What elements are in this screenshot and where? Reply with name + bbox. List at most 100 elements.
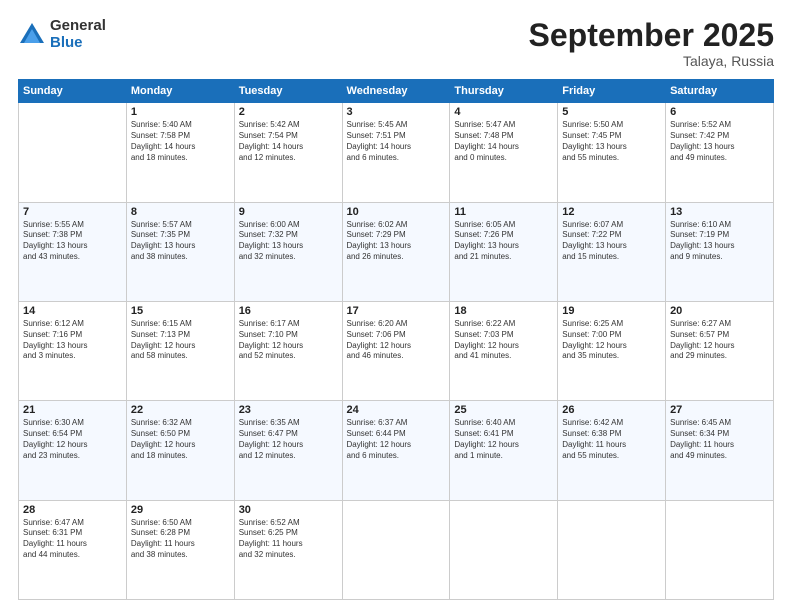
cell-content: Sunrise: 6:07 AM Sunset: 7:22 PM Dayligh… — [562, 220, 661, 263]
cell-content: Sunrise: 5:50 AM Sunset: 7:45 PM Dayligh… — [562, 120, 661, 163]
calendar-cell — [19, 103, 127, 202]
calendar-cell — [450, 500, 558, 599]
cell-content: Sunrise: 6:35 AM Sunset: 6:47 PM Dayligh… — [239, 418, 338, 461]
calendar-cell: 22 Sunrise: 6:32 AM Sunset: 6:50 PM Dayli… — [126, 401, 234, 500]
calendar-cell: 2 Sunrise: 5:42 AM Sunset: 7:54 PM Daylig… — [234, 103, 342, 202]
day-number: 4 — [454, 106, 553, 118]
cell-content: Sunrise: 6:17 AM Sunset: 7:10 PM Dayligh… — [239, 319, 338, 362]
calendar-cell: 12 Sunrise: 6:07 AM Sunset: 7:22 PM Dayli… — [558, 202, 666, 301]
day-number: 8 — [131, 206, 230, 218]
day-number: 26 — [562, 404, 661, 416]
calendar-cell: 16 Sunrise: 6:17 AM Sunset: 7:10 PM Dayli… — [234, 301, 342, 400]
title-block: September 2025 Talaya, Russia — [529, 18, 774, 69]
day-number: 30 — [239, 504, 338, 516]
calendar-cell: 4 Sunrise: 5:47 AM Sunset: 7:48 PM Daylig… — [450, 103, 558, 202]
day-number: 13 — [670, 206, 769, 218]
cell-content: Sunrise: 6:32 AM Sunset: 6:50 PM Dayligh… — [131, 418, 230, 461]
cell-content: Sunrise: 6:40 AM Sunset: 6:41 PM Dayligh… — [454, 418, 553, 461]
cell-content: Sunrise: 6:27 AM Sunset: 6:57 PM Dayligh… — [670, 319, 769, 362]
day-number: 23 — [239, 404, 338, 416]
day-number: 17 — [347, 305, 446, 317]
calendar-cell: 15Sunrise: 6:15 AM Sunset: 7:13 PM Dayli… — [126, 301, 234, 400]
cell-content: Sunrise: 5:47 AM Sunset: 7:48 PM Dayligh… — [454, 120, 553, 163]
cell-content: Sunrise: 5:55 AM Sunset: 7:38 PM Dayligh… — [23, 220, 122, 263]
calendar-day-header: Friday — [558, 80, 666, 103]
logo-text: General Blue — [50, 18, 106, 51]
day-number: 11 — [454, 206, 553, 218]
calendar-cell: 8 Sunrise: 5:57 AM Sunset: 7:35 PM Daylig… — [126, 202, 234, 301]
day-number: 9 — [239, 206, 338, 218]
cell-content: Sunrise: 6:42 AM Sunset: 6:38 PM Dayligh… — [562, 418, 661, 461]
cell-content: Sunrise: 5:57 AM Sunset: 7:35 PM Dayligh… — [131, 220, 230, 263]
cell-content: Sunrise: 6:50 AM Sunset: 6:28 PM Dayligh… — [131, 518, 230, 561]
day-number: 12 — [562, 206, 661, 218]
cell-content: Sunrise: 6:37 AM Sunset: 6:44 PM Dayligh… — [347, 418, 446, 461]
calendar-cell: 3Sunrise: 5:45 AM Sunset: 7:51 PM Daylig… — [342, 103, 450, 202]
calendar-day-header: Thursday — [450, 80, 558, 103]
calendar-week-row: 28 Sunrise: 6:47 AM Sunset: 6:31 PM Dayli… — [19, 500, 774, 599]
cell-content: Sunrise: 6:15 AM Sunset: 7:13 PM Dayligh… — [131, 319, 230, 362]
calendar-cell: 9 Sunrise: 6:00 AM Sunset: 7:32 PM Daylig… — [234, 202, 342, 301]
day-number: 10 — [347, 206, 446, 218]
calendar-table: SundayMondayTuesdayWednesdayThursdayFrid… — [18, 79, 774, 600]
cell-content: Sunrise: 6:47 AM Sunset: 6:31 PM Dayligh… — [23, 518, 122, 561]
calendar-cell: 11Sunrise: 6:05 AM Sunset: 7:26 PM Dayli… — [450, 202, 558, 301]
calendar-cell: 27 Sunrise: 6:45 AM Sunset: 6:34 PM Dayli… — [666, 401, 774, 500]
cell-content: Sunrise: 6:10 AM Sunset: 7:19 PM Dayligh… — [670, 220, 769, 263]
calendar-day-header: Wednesday — [342, 80, 450, 103]
day-number: 7 — [23, 206, 122, 218]
day-number: 18 — [454, 305, 553, 317]
calendar-week-row: 1Sunrise: 5:40 AM Sunset: 7:58 PM Daylig… — [19, 103, 774, 202]
location: Talaya, Russia — [529, 53, 774, 69]
day-number: 25 — [454, 404, 553, 416]
logo: General Blue — [18, 18, 106, 51]
calendar-cell — [666, 500, 774, 599]
day-number: 22 — [131, 404, 230, 416]
calendar-cell: 30 Sunrise: 6:52 AM Sunset: 6:25 PM Dayli… — [234, 500, 342, 599]
cell-content: Sunrise: 6:30 AM Sunset: 6:54 PM Dayligh… — [23, 418, 122, 461]
cell-content: Sunrise: 6:22 AM Sunset: 7:03 PM Dayligh… — [454, 319, 553, 362]
logo-icon — [18, 21, 46, 49]
day-number: 16 — [239, 305, 338, 317]
day-number: 2 — [239, 106, 338, 118]
cell-content: Sunrise: 5:52 AM Sunset: 7:42 PM Dayligh… — [670, 120, 769, 163]
header: General Blue September 2025 Talaya, Russ… — [18, 18, 774, 69]
calendar-cell: 23 Sunrise: 6:35 AM Sunset: 6:47 PM Dayli… — [234, 401, 342, 500]
calendar-cell: 1Sunrise: 5:40 AM Sunset: 7:58 PM Daylig… — [126, 103, 234, 202]
calendar-week-row: 14 Sunrise: 6:12 AM Sunset: 7:16 PM Dayli… — [19, 301, 774, 400]
cell-content: Sunrise: 5:42 AM Sunset: 7:54 PM Dayligh… — [239, 120, 338, 163]
logo-blue: Blue — [50, 35, 106, 52]
calendar-week-row: 7 Sunrise: 5:55 AM Sunset: 7:38 PM Daylig… — [19, 202, 774, 301]
day-number: 6 — [670, 106, 769, 118]
cell-content: Sunrise: 6:45 AM Sunset: 6:34 PM Dayligh… — [670, 418, 769, 461]
day-number: 20 — [670, 305, 769, 317]
day-number: 27 — [670, 404, 769, 416]
calendar-cell: 25 Sunrise: 6:40 AM Sunset: 6:41 PM Dayli… — [450, 401, 558, 500]
calendar-day-header: Sunday — [19, 80, 127, 103]
page: General Blue September 2025 Talaya, Russ… — [0, 0, 792, 612]
logo-general: General — [50, 18, 106, 35]
calendar-cell — [558, 500, 666, 599]
day-number: 14 — [23, 305, 122, 317]
day-number: 28 — [23, 504, 122, 516]
calendar-cell: 20 Sunrise: 6:27 AM Sunset: 6:57 PM Dayli… — [666, 301, 774, 400]
calendar-cell: 13 Sunrise: 6:10 AM Sunset: 7:19 PM Dayli… — [666, 202, 774, 301]
cell-content: Sunrise: 6:00 AM Sunset: 7:32 PM Dayligh… — [239, 220, 338, 263]
day-number: 1 — [131, 106, 230, 118]
cell-content: Sunrise: 6:52 AM Sunset: 6:25 PM Dayligh… — [239, 518, 338, 561]
day-number: 24 — [347, 404, 446, 416]
day-number: 5 — [562, 106, 661, 118]
calendar-cell: 29 Sunrise: 6:50 AM Sunset: 6:28 PM Dayli… — [126, 500, 234, 599]
cell-content: Sunrise: 6:25 AM Sunset: 7:00 PM Dayligh… — [562, 319, 661, 362]
calendar-cell: 6 Sunrise: 5:52 AM Sunset: 7:42 PM Daylig… — [666, 103, 774, 202]
calendar-day-header: Monday — [126, 80, 234, 103]
calendar-cell: 14 Sunrise: 6:12 AM Sunset: 7:16 PM Dayli… — [19, 301, 127, 400]
cell-content: Sunrise: 6:02 AM Sunset: 7:29 PM Dayligh… — [347, 220, 446, 263]
cell-content: Sunrise: 6:20 AM Sunset: 7:06 PM Dayligh… — [347, 319, 446, 362]
calendar-day-header: Tuesday — [234, 80, 342, 103]
cell-content: Sunrise: 6:12 AM Sunset: 7:16 PM Dayligh… — [23, 319, 122, 362]
day-number: 29 — [131, 504, 230, 516]
calendar-cell: 28 Sunrise: 6:47 AM Sunset: 6:31 PM Dayli… — [19, 500, 127, 599]
cell-content: Sunrise: 5:45 AM Sunset: 7:51 PM Dayligh… — [347, 120, 446, 163]
calendar-cell: 19Sunrise: 6:25 AM Sunset: 7:00 PM Dayli… — [558, 301, 666, 400]
